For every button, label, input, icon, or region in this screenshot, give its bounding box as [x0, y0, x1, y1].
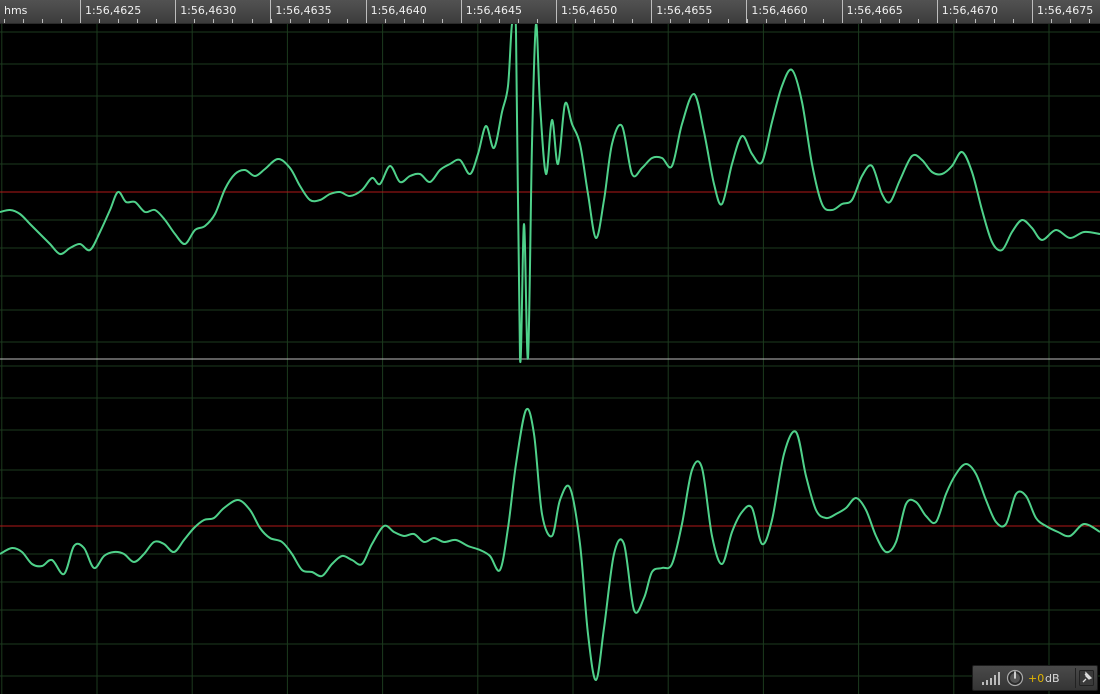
ruler-minor-tick — [1013, 19, 1014, 23]
ruler-minor-tick — [613, 19, 614, 23]
ruler-minor-tick — [994, 19, 995, 23]
ruler-minor-tick — [842, 19, 843, 23]
ruler-minor-tick — [708, 19, 709, 23]
ruler-minor-tick — [785, 19, 786, 23]
ruler-minor-tick — [137, 19, 138, 23]
ruler-minor-tick — [213, 19, 214, 23]
ruler-tick-label: 1:56,4625 — [85, 4, 142, 17]
ruler-minor-tick — [823, 19, 824, 23]
panel-divider — [1075, 668, 1076, 688]
ruler-minor-tick — [651, 19, 652, 23]
ruler-minor-tick — [271, 19, 272, 23]
ruler-minor-tick — [309, 19, 310, 23]
time-unit-label: hms — [4, 4, 28, 17]
ruler-minor-tick — [290, 19, 291, 23]
ruler-minor-tick — [442, 19, 443, 23]
ruler-minor-tick — [347, 19, 348, 23]
signal-bars-icon — [982, 672, 1000, 685]
ruler-minor-tick — [880, 19, 881, 23]
ruler-minor-tick — [537, 19, 538, 23]
waveform-view[interactable] — [0, 24, 1100, 694]
ruler-minor-tick — [804, 19, 805, 23]
ruler-minor-tick — [632, 19, 633, 23]
ruler-minor-tick — [404, 19, 405, 23]
level-control-panel: +0 dB — [972, 665, 1098, 691]
ruler-minor-tick — [899, 19, 900, 23]
ruler-tick-label: 1:56,4655 — [656, 4, 713, 17]
ruler-minor-tick — [575, 19, 576, 23]
ruler-minor-tick — [1070, 19, 1071, 23]
ruler-tick-label: 1:56,4645 — [465, 4, 522, 17]
ruler-tick-label: 1:56,4630 — [180, 4, 237, 17]
pin-icon[interactable] — [1079, 670, 1094, 686]
ruler-minor-tick — [4, 19, 5, 23]
ruler-minor-tick — [518, 19, 519, 23]
gain-unit: dB — [1045, 672, 1060, 685]
ruler-minor-tick — [861, 19, 862, 23]
top-channel[interactable] — [0, 24, 1100, 363]
ruler-minor-tick — [747, 19, 748, 23]
ruler-minor-tick — [423, 19, 424, 23]
ruler-minor-tick — [366, 19, 367, 23]
top-channel-wave — [0, 24, 1100, 363]
ruler-minor-tick — [594, 19, 595, 23]
ruler-minor-tick — [956, 19, 957, 23]
ruler-minor-tick — [328, 19, 329, 23]
ruler-minor-tick — [80, 19, 81, 23]
time-ruler[interactable]: hms 1:56,4625 1:56,4630 1:56,4635 1:56,4640… — [0, 0, 1100, 24]
ruler-minor-tick — [194, 19, 195, 23]
ruler-minor-tick — [937, 19, 938, 23]
ruler-minor-tick — [232, 19, 233, 23]
ruler-minor-tick — [156, 19, 157, 23]
ruler-tick-label: 1:56,4635 — [275, 4, 332, 17]
ruler-tick-label: 1:56,4640 — [370, 4, 427, 17]
volume-knob-icon[interactable] — [1006, 669, 1024, 687]
ruler-minor-tick — [670, 19, 671, 23]
ruler-minor-tick — [61, 19, 62, 23]
ruler-minor-tick — [918, 19, 919, 23]
bottom-channel[interactable] — [0, 407, 1100, 682]
ruler-minor-tick — [118, 19, 119, 23]
ruler-tick-label: 1:56,4675 — [1037, 4, 1094, 17]
ruler-minor-tick — [1051, 19, 1052, 23]
ruler-minor-tick — [42, 19, 43, 23]
ruler-minor-tick — [480, 19, 481, 23]
ruler-tick-label: 1:56,4670 — [941, 4, 998, 17]
bottom-channel-wave — [0, 407, 1100, 682]
ruler-minor-tick — [1089, 19, 1090, 23]
ruler-minor-tick — [975, 19, 976, 23]
ruler-tick-label: 1:56,4650 — [561, 4, 618, 17]
ruler-minor-tick — [728, 19, 729, 23]
ruler-minor-tick — [252, 19, 253, 23]
ruler-tick-label: 1:56,4665 — [846, 4, 903, 17]
ruler-minor-tick — [1032, 19, 1033, 23]
ruler-minor-tick — [99, 19, 100, 23]
waveform-grid — [0, 24, 1100, 694]
ruler-minor-tick — [385, 19, 386, 23]
ruler-minor-tick — [766, 19, 767, 23]
ruler-minor-tick — [461, 19, 462, 23]
ruler-minor-tick — [499, 19, 500, 23]
ruler-minor-tick — [23, 19, 24, 23]
ruler-minor-tick — [556, 19, 557, 23]
ruler-minor-tick — [689, 19, 690, 23]
ruler-tick-label: 1:56,4660 — [751, 4, 808, 17]
ruler-minor-tick — [175, 19, 176, 23]
gain-value[interactable]: +0 — [1028, 672, 1044, 685]
